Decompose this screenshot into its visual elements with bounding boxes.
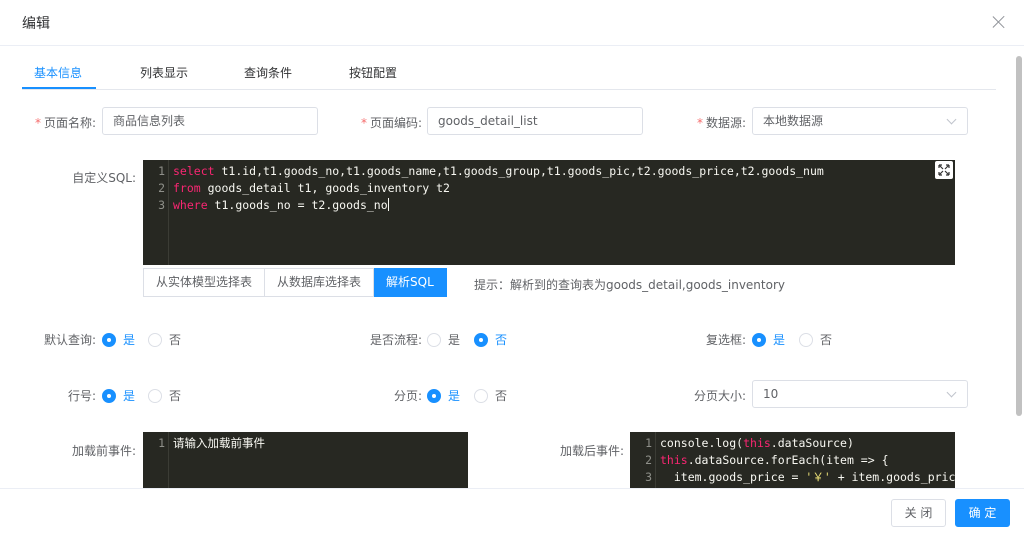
checkbox-label: 复选框: <box>705 333 746 347</box>
tab-bar: 基本信息 列表显示 查询条件 按钮配置 <box>22 56 996 90</box>
datasource-select[interactable]: 本地数据源 <box>752 107 968 135</box>
before-load-line-1: 1 请输入加载前事件 <box>158 436 265 450</box>
datasource-value: 本地数据源 <box>763 114 824 128</box>
tab-list-display[interactable]: 列表显示 <box>140 64 188 81</box>
checkbox-no[interactable]: 否 <box>799 331 832 348</box>
sql-line-3: 3 where t1.goods_no = t2.goods_no <box>158 198 389 212</box>
is-flow-yes[interactable]: 是 <box>427 331 460 348</box>
after-load-line-3: 3 item.goods_price = '￥' + item.goods_pr… <box>645 470 955 484</box>
dialog-scrollbar[interactable] <box>1016 56 1022 416</box>
dialog-title: 编辑 <box>22 16 50 32</box>
page-size-select[interactable]: 10 <box>752 380 968 408</box>
row-number-label: 行号: <box>67 389 96 403</box>
after-load-line-2: 2 this.dataSource.forEach(item => { <box>645 453 889 467</box>
paging-yes[interactable]: 是 <box>427 387 460 404</box>
sql-label: 自定义SQL: <box>72 171 136 185</box>
sql-line-1: 1 select t1.id,t1.goods_no,t1.goods_name,… <box>158 164 824 178</box>
before-load-label: 加载前事件: <box>71 444 136 458</box>
edit-dialog: 编辑 基本信息 列表显示 查询条件 按钮配置 * 页面名称: 商品信息列表 * 页面… <box>0 0 1024 537</box>
tab-basic-info[interactable]: 基本信息 <box>34 64 82 81</box>
after-load-editor[interactable]: 1 console.log(this.dataSource) 2 this.data… <box>630 432 955 492</box>
default-query-label: 默认查询: <box>43 333 96 347</box>
page-name-label: * 页面名称: <box>34 116 96 130</box>
checkbox-yes[interactable]: 是 <box>752 331 785 348</box>
page-size-label: 分页大小: <box>693 389 746 403</box>
close-button[interactable]: 关 闭 <box>891 499 946 527</box>
page-code-label: * 页面编码: <box>360 116 422 130</box>
select-from-database-button[interactable]: 从数据库选择表 <box>265 268 375 297</box>
confirm-button[interactable]: 确 定 <box>955 499 1010 527</box>
tab-query-conditions[interactable]: 查询条件 <box>244 64 292 81</box>
select-from-entity-button[interactable]: 从实体模型选择表 <box>143 268 266 297</box>
datasource-label: * 数据源: <box>696 116 746 130</box>
before-load-editor[interactable]: 1 请输入加载前事件 <box>143 432 468 492</box>
page-code-input[interactable]: goods_detail_list <box>427 107 643 135</box>
fullscreen-icon[interactable] <box>935 161 953 179</box>
close-icon[interactable] <box>990 13 1008 31</box>
tab-active-indicator <box>22 87 96 89</box>
parse-sql-button[interactable]: 解析SQL <box>374 268 447 297</box>
after-load-line-1: 1 console.log(this.dataSource) <box>645 436 854 450</box>
is-flow-no[interactable]: 否 <box>474 331 507 348</box>
after-load-label: 加载后事件: <box>559 444 624 458</box>
is-flow-label: 是否流程: <box>369 333 422 347</box>
default-query-no[interactable]: 否 <box>148 331 181 348</box>
page-name-input[interactable]: 商品信息列表 <box>102 107 318 135</box>
sql-editor[interactable]: 1 select t1.id,t1.goods_no,t1.goods_name,… <box>143 160 955 265</box>
row-number-no[interactable]: 否 <box>148 387 181 404</box>
paging-label: 分页: <box>393 389 422 403</box>
paging-no[interactable]: 否 <box>474 387 507 404</box>
default-query-yes[interactable]: 是 <box>102 331 135 348</box>
sql-line-2: 2 from goods_detail t1, goods_inventory t… <box>158 181 450 195</box>
header-divider <box>0 45 1024 46</box>
sql-button-group: 从实体模型选择表 从数据库选择表 解析SQL <box>143 268 447 297</box>
dialog-footer <box>0 488 1024 537</box>
page-size-value: 10 <box>763 387 779 401</box>
tab-button-config[interactable]: 按钮配置 <box>349 64 397 81</box>
parse-hint: 提示：解析到的查询表为goods_detail,goods_inventory <box>474 278 785 292</box>
row-number-yes[interactable]: 是 <box>102 387 135 404</box>
